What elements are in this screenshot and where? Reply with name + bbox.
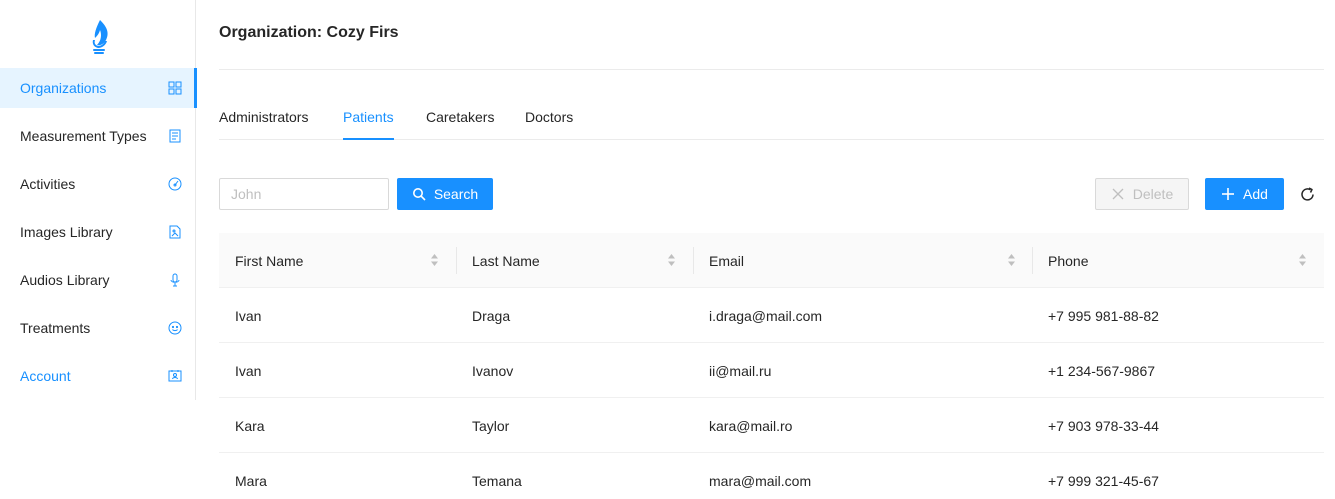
cell-last-name: Temana [472, 472, 522, 489]
search-button[interactable]: Search [397, 178, 493, 210]
column-header-email[interactable]: Email [693, 233, 744, 288]
tab-administrators[interactable]: Administrators [219, 109, 308, 137]
cell-first-name: Kara [235, 417, 265, 434]
add-button[interactable]: Add [1205, 178, 1284, 210]
file-image-icon [168, 225, 182, 239]
sort-icon[interactable] [1007, 252, 1016, 268]
sidebar-item-measurement-types[interactable]: Measurement Types [0, 116, 196, 156]
plus-icon [1222, 188, 1235, 200]
patients-table: First Name Last Name Email Phone Ivan Dr… [219, 233, 1324, 499]
search-input[interactable] [219, 178, 389, 210]
cell-phone: +1 234-567-9867 [1048, 362, 1156, 379]
sidebar-item-organizations[interactable]: Organizations [0, 68, 197, 108]
tab-active-indicator [343, 138, 394, 140]
search-icon [412, 188, 426, 201]
sidebar-item-label: Organizations [20, 80, 107, 96]
delete-button-label: Delete [1132, 186, 1174, 202]
table-header: First Name Last Name Email Phone [219, 233, 1324, 288]
sort-icon[interactable] [1298, 252, 1307, 268]
cell-last-name: Taylor [472, 417, 510, 434]
column-header-phone[interactable]: Phone [1032, 233, 1088, 288]
page-title: Organization: Cozy Firs [219, 24, 399, 41]
cell-email: i.draga@mail.com [709, 307, 823, 324]
gauge-icon [168, 177, 182, 191]
app-logo[interactable] [84, 18, 114, 56]
cell-phone: +7 995 981-88-82 [1048, 307, 1159, 324]
add-button-label: Add [1243, 186, 1268, 202]
sidebar-item-audios-library[interactable]: Audios Library [0, 260, 196, 300]
sidebar-item-account[interactable]: Account [0, 356, 196, 396]
tab-doctors[interactable]: Doctors [525, 109, 573, 137]
app: Organizations Measurement Types Activiti… [0, 0, 1335, 499]
column-header-last-name[interactable]: Last Name [456, 233, 540, 288]
dashboard-grid-icon [168, 81, 182, 95]
sort-icon[interactable] [430, 252, 439, 268]
cell-phone: +7 999 321-45-67 [1048, 472, 1159, 489]
sidebar-item-activities[interactable]: Activities [0, 164, 196, 204]
microphone-icon [168, 273, 182, 287]
table-row[interactable]: Ivan Ivanov ii@mail.ru +1 234-567-9867 [219, 343, 1324, 398]
sidebar-item-label: Account [20, 368, 71, 384]
close-icon [1112, 188, 1124, 200]
cell-last-name: Ivanov [472, 362, 514, 379]
sidebar: Organizations Measurement Types Activiti… [0, 0, 197, 400]
sidebar-item-label: Measurement Types [20, 128, 147, 144]
sidebar-item-label: Audios Library [20, 272, 110, 288]
cell-first-name: Ivan [235, 307, 262, 324]
delete-button[interactable]: Delete [1095, 178, 1189, 210]
book-icon [168, 129, 182, 143]
id-card-icon [168, 369, 182, 383]
cell-email: kara@mail.ro [709, 417, 793, 434]
cell-first-name: Ivan [235, 362, 262, 379]
reload-icon[interactable] [1299, 186, 1316, 203]
table-row[interactable]: Kara Taylor kara@mail.ro +7 903 978-33-4… [219, 398, 1324, 453]
sidebar-item-label: Activities [20, 176, 76, 192]
tab-patients[interactable]: Patients [343, 109, 394, 137]
sidebar-item-label: Images Library [20, 224, 113, 240]
sidebar-item-images-library[interactable]: Images Library [0, 212, 196, 252]
hand-flame-icon [92, 20, 108, 54]
smile-icon [168, 321, 182, 335]
cell-email: mara@mail.com [709, 472, 812, 489]
cell-first-name: Mara [235, 472, 267, 489]
header-divider [219, 69, 1324, 70]
cell-email: ii@mail.ru [709, 362, 772, 379]
sidebar-item-treatments[interactable]: Treatments [0, 308, 196, 348]
sort-icon[interactable] [667, 252, 676, 268]
sidebar-item-label: Treatments [20, 320, 91, 336]
sidebar-nav: Organizations Measurement Types Activiti… [0, 68, 197, 404]
column-header-first-name[interactable]: First Name [219, 233, 303, 288]
table-row[interactable]: Mara Temana mara@mail.com +7 999 321-45-… [219, 453, 1324, 499]
tab-caretakers[interactable]: Caretakers [426, 109, 494, 137]
cell-last-name: Draga [472, 307, 511, 324]
tab-bar: Administrators Patients Caretakers Docto… [219, 100, 1324, 140]
table-row[interactable]: Ivan Draga i.draga@mail.com +7 995 981-8… [219, 288, 1324, 343]
search-button-label: Search [433, 186, 479, 202]
cell-phone: +7 903 978-33-44 [1048, 417, 1159, 434]
